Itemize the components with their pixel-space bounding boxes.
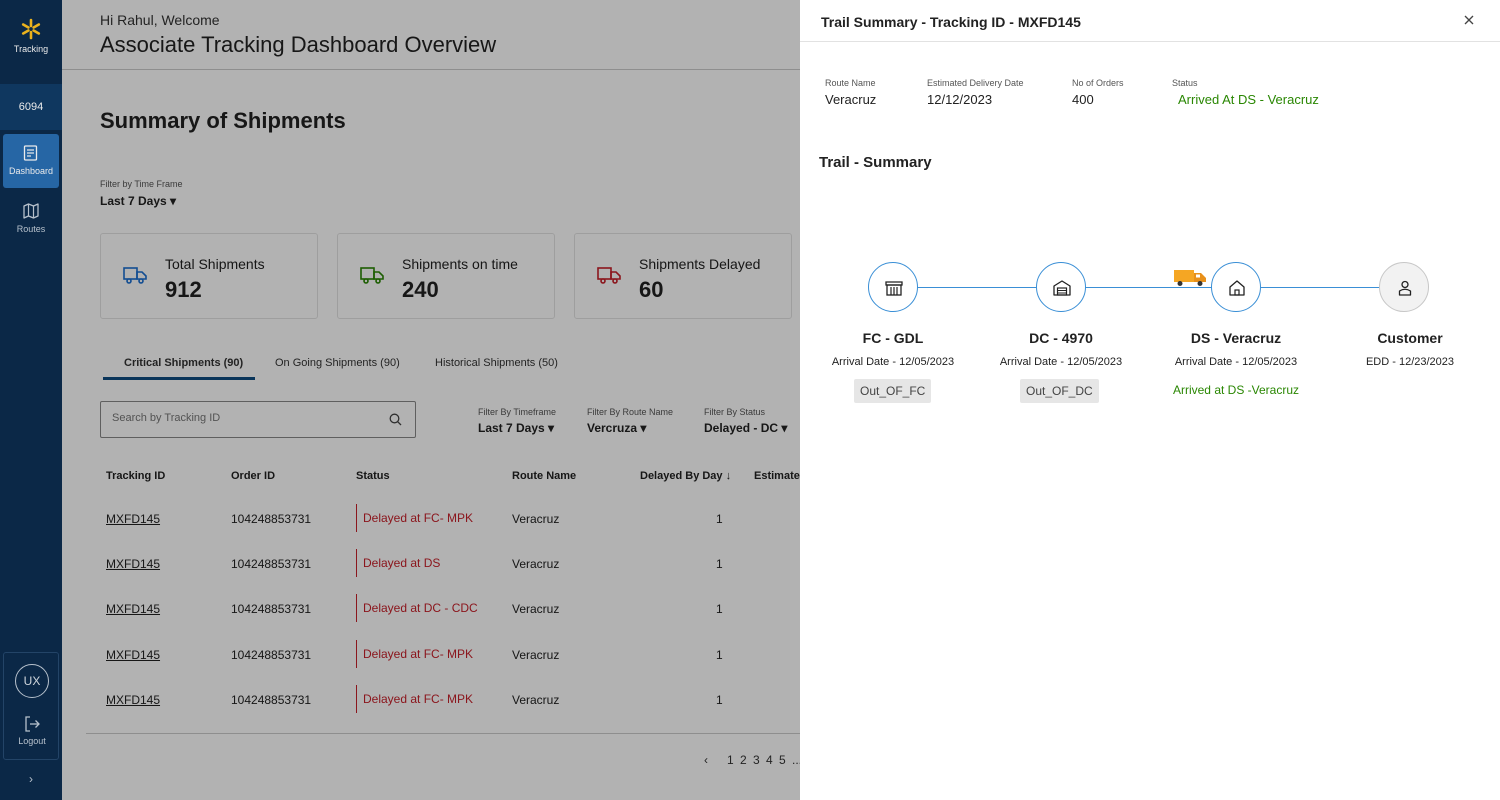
trail-node-date: Arrival Date - 12/05/2023 xyxy=(831,356,955,368)
trail-node-status: Arrived at DS -Veracruz xyxy=(1172,383,1300,397)
warehouse-icon xyxy=(1053,280,1071,296)
store-icon xyxy=(885,281,903,296)
trail-connector xyxy=(917,287,1036,288)
trail-node-dc[interactable] xyxy=(1036,262,1086,312)
trail-node-date: Arrival Date - 12/05/2023 xyxy=(999,356,1123,368)
drawer-title: Trail Summary - Tracking ID - MXFD145 xyxy=(821,14,1081,30)
trail-node-name: DC - 4970 xyxy=(1029,330,1093,346)
trail-node-name: Customer xyxy=(1377,330,1443,346)
sidebar-overlay xyxy=(0,0,62,800)
trail-node-ds[interactable] xyxy=(1211,262,1261,312)
close-icon[interactable] xyxy=(1462,13,1476,27)
trail-node-date: EDD - 12/23/2023 xyxy=(1365,356,1455,368)
person-icon xyxy=(1398,280,1412,296)
sidebar: Tracking 6094 Dashboard Routes UX Logout xyxy=(0,0,62,800)
edd-value: 12/12/2023 xyxy=(927,92,993,107)
trail-node-name: DS - Veracruz xyxy=(1190,330,1282,346)
orders-label: No of Orders xyxy=(1072,78,1124,88)
trail-node-name: FC - GDL xyxy=(862,330,924,346)
drawer-header-divider xyxy=(800,41,1500,42)
trail-node-customer[interactable] xyxy=(1379,262,1429,312)
home-icon xyxy=(1229,280,1245,296)
trail-summary-drawer: Trail Summary - Tracking ID - MXFD145 Ro… xyxy=(800,0,1500,800)
trail-connector xyxy=(1261,287,1379,288)
trail-node-badge: Out_OF_FC xyxy=(854,379,932,403)
route-name-value: Veracruz xyxy=(825,92,877,107)
orders-value: 400 xyxy=(1072,92,1094,107)
trail-node-badge: Out_OF_DC xyxy=(1020,379,1099,403)
trail-node-date: Arrival Date - 12/05/2023 xyxy=(1174,356,1298,368)
trail-summary-title: Trail - Summary xyxy=(819,154,932,171)
truck-icon xyxy=(1174,270,1206,286)
status-value: Arrived At DS - Veracruz xyxy=(1178,92,1319,107)
route-name-label: Route Name xyxy=(825,78,876,88)
edd-label: Estimated Delivery Date xyxy=(927,78,1024,88)
status-label: Status xyxy=(1172,78,1198,88)
trail-node-fc[interactable] xyxy=(868,262,918,312)
